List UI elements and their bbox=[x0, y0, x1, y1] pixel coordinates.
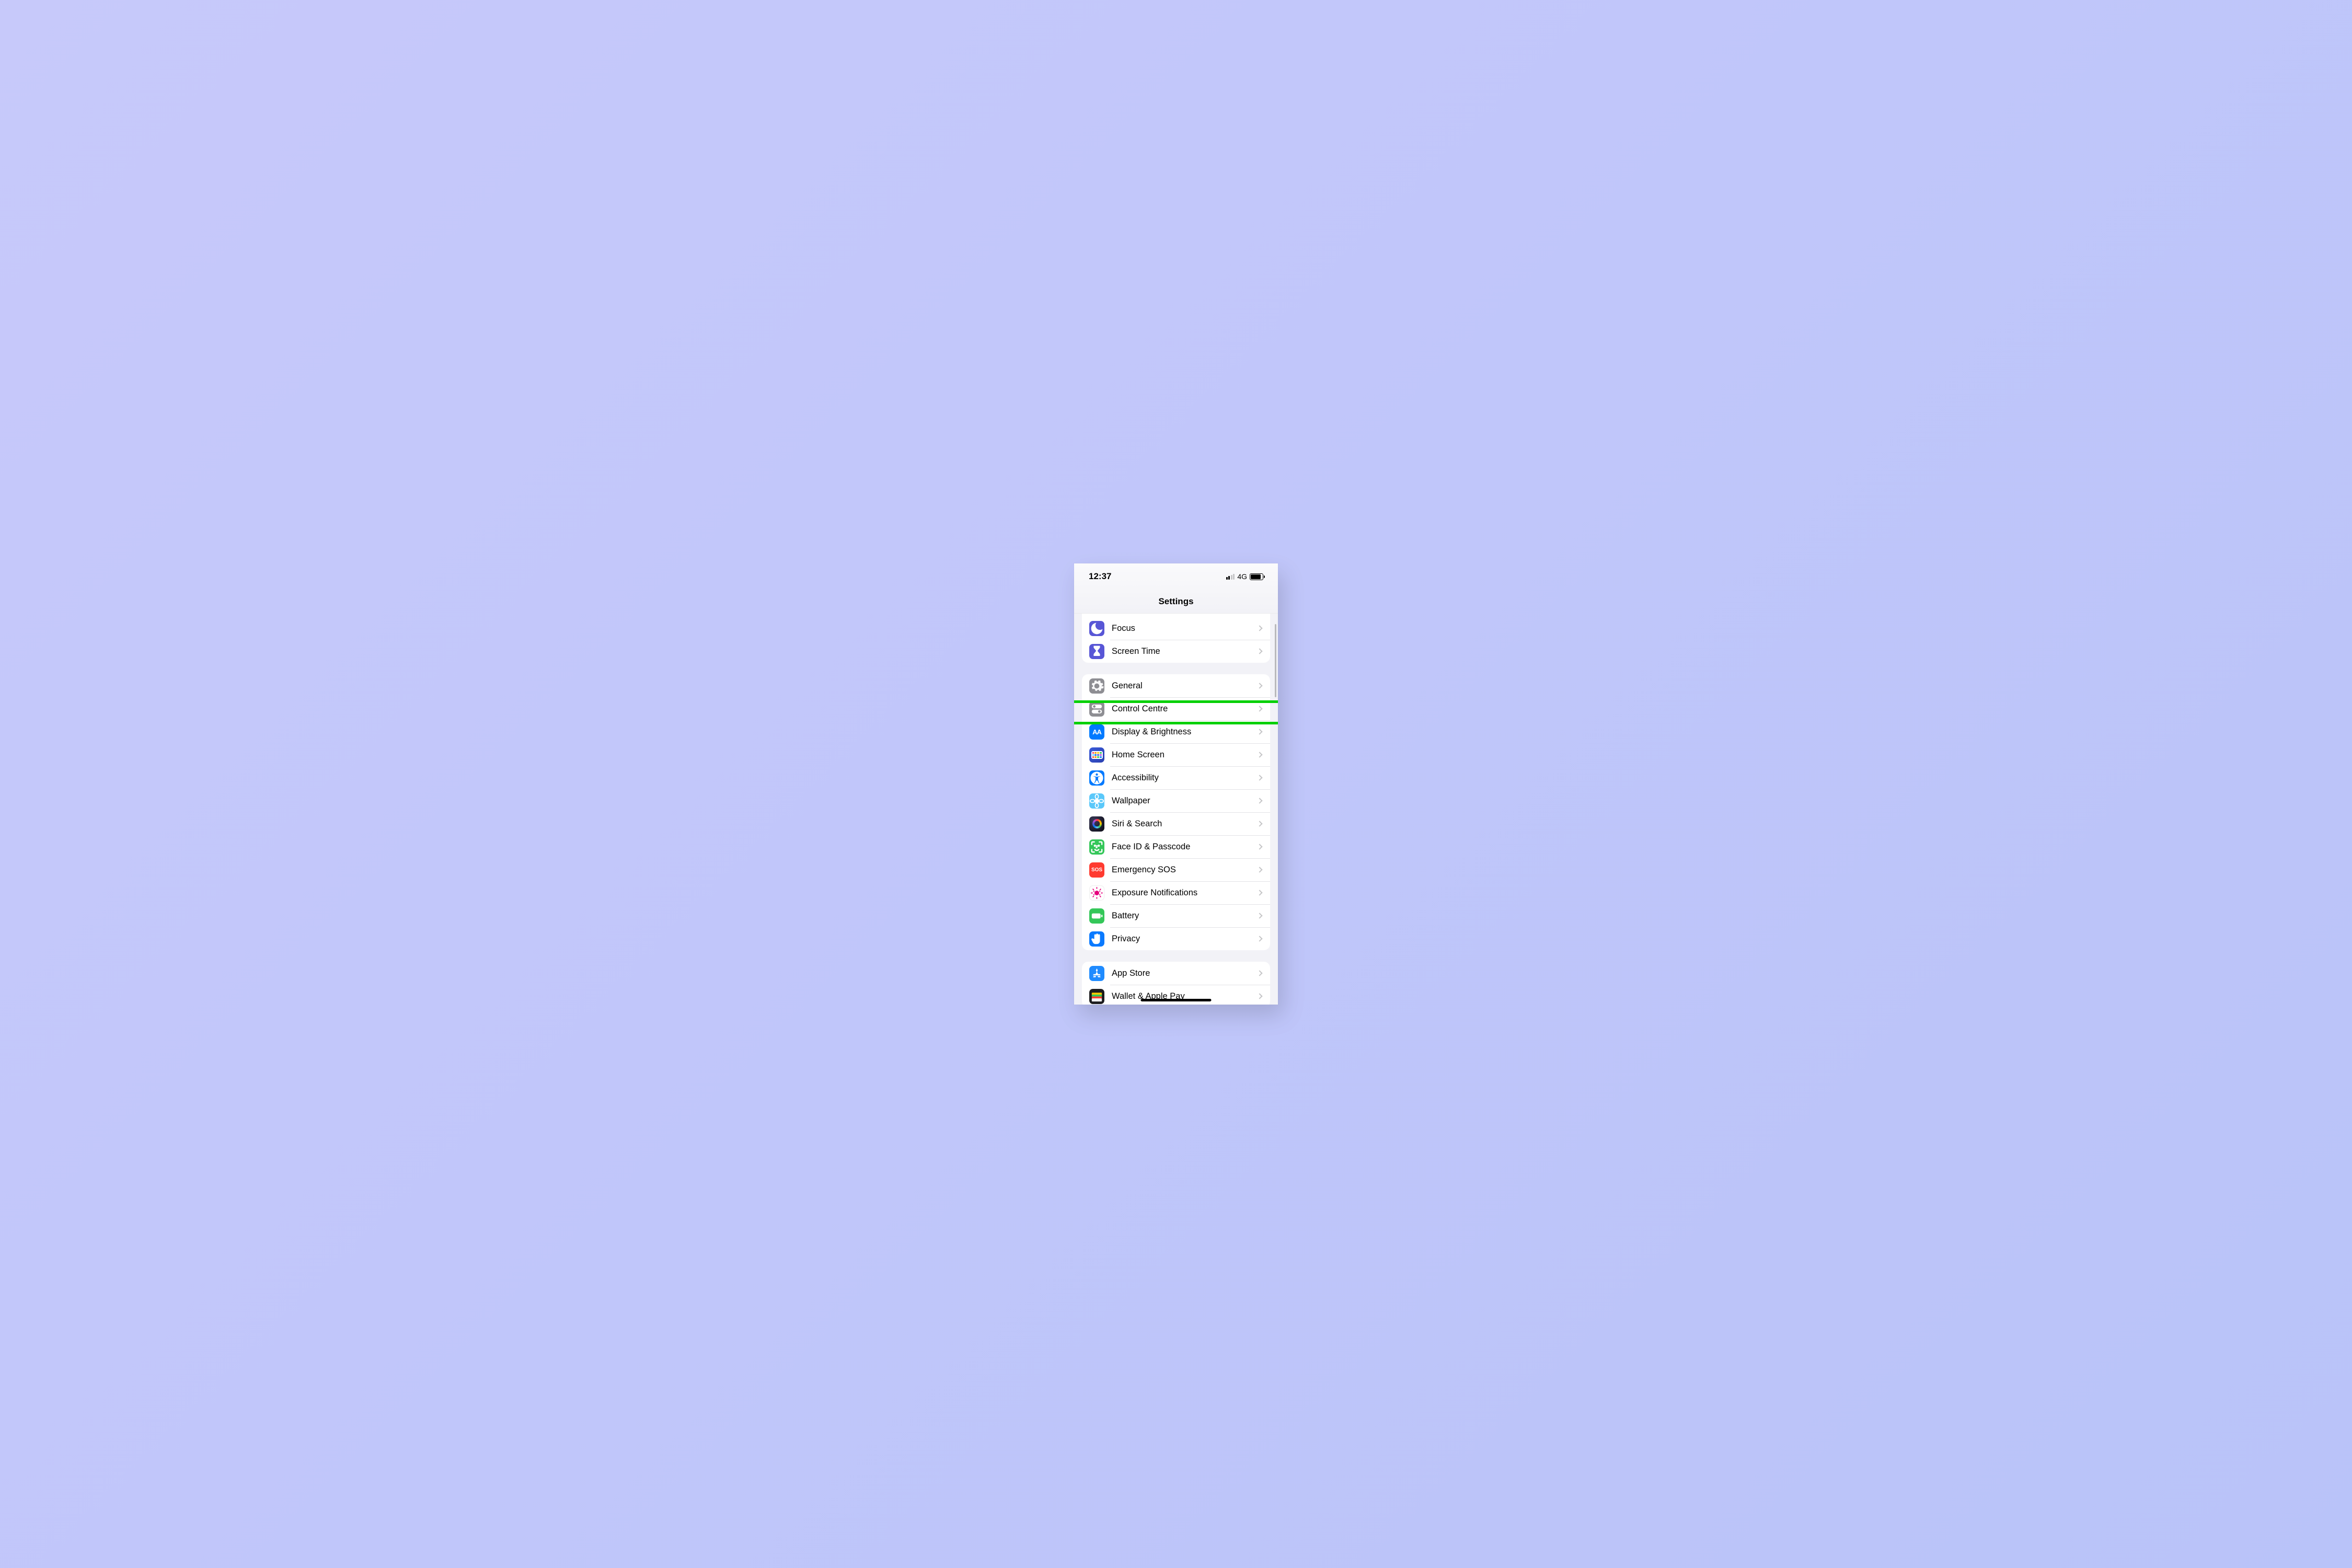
battery-icon bbox=[1089, 908, 1104, 924]
chevron-right-icon bbox=[1256, 798, 1262, 803]
row-label: Wallpaper bbox=[1112, 796, 1258, 806]
page-title: Settings bbox=[1158, 596, 1193, 607]
chevron-right-icon bbox=[1256, 936, 1262, 941]
appstore-icon bbox=[1089, 966, 1104, 981]
row-label: Exposure Notifications bbox=[1112, 888, 1258, 898]
chevron-right-icon bbox=[1256, 752, 1262, 757]
wallet-icon bbox=[1089, 989, 1104, 1004]
row-emergency-sos[interactable]: SOS Emergency SOS bbox=[1082, 858, 1270, 881]
toggles-icon bbox=[1089, 701, 1104, 717]
accessibility-icon bbox=[1089, 770, 1104, 786]
row-label: Face ID & Passcode bbox=[1112, 842, 1258, 852]
settings-scrollview[interactable]: Focus Screen Time General bbox=[1074, 614, 1278, 1005]
row-focus[interactable]: Focus bbox=[1082, 617, 1270, 640]
row-label: Accessibility bbox=[1112, 773, 1258, 783]
row-label: Control Centre bbox=[1112, 704, 1258, 714]
scroll-indicator bbox=[1275, 624, 1276, 697]
canvas-background: 12:37 4G Settings Focus bbox=[810, 549, 1542, 1019]
row-label: Home Screen bbox=[1112, 750, 1258, 760]
settings-group-focus: Focus Screen Time bbox=[1082, 614, 1270, 663]
exposure-icon bbox=[1089, 885, 1104, 901]
row-general[interactable]: General bbox=[1082, 674, 1270, 697]
chevron-right-icon bbox=[1256, 775, 1262, 780]
chevron-right-icon bbox=[1256, 683, 1262, 688]
chevron-right-icon bbox=[1256, 844, 1262, 849]
row-label: Battery bbox=[1112, 911, 1258, 921]
nav-bar: Settings bbox=[1074, 590, 1278, 614]
chevron-right-icon bbox=[1256, 821, 1262, 826]
row-display-brightness[interactable]: AA Display & Brightness bbox=[1082, 720, 1270, 743]
siri-icon bbox=[1089, 816, 1104, 832]
battery-icon bbox=[1250, 573, 1263, 580]
chevron-right-icon bbox=[1256, 970, 1262, 976]
chevron-right-icon bbox=[1256, 625, 1262, 631]
face-id-icon bbox=[1089, 839, 1104, 855]
network-label: 4G bbox=[1237, 572, 1247, 581]
home-indicator bbox=[1141, 999, 1212, 1001]
row-label: Focus bbox=[1112, 624, 1258, 633]
status-right-cluster: 4G bbox=[1226, 572, 1263, 581]
text-size-icon: AA bbox=[1089, 724, 1104, 740]
iphone-screenshot: 12:37 4G Settings Focus bbox=[1074, 563, 1278, 1005]
row-battery[interactable]: Battery bbox=[1082, 904, 1270, 927]
chevron-right-icon bbox=[1256, 729, 1262, 734]
row-control-centre[interactable]: Control Centre bbox=[1082, 697, 1270, 720]
chevron-right-icon bbox=[1256, 648, 1262, 654]
row-screen-time[interactable]: Screen Time bbox=[1082, 640, 1270, 663]
settings-group-general: General Control Centre AA Display & Brig… bbox=[1082, 674, 1270, 950]
settings-group-store: App Store Wallet & Apple Pay bbox=[1082, 962, 1270, 1005]
gear-icon bbox=[1089, 678, 1104, 694]
row-label: App Store bbox=[1112, 969, 1258, 978]
cellular-signal-icon bbox=[1226, 573, 1235, 580]
moon-icon bbox=[1089, 621, 1104, 636]
chevron-right-icon bbox=[1256, 913, 1262, 918]
row-label: General bbox=[1112, 681, 1258, 691]
chevron-right-icon bbox=[1256, 993, 1262, 999]
status-time: 12:37 bbox=[1089, 571, 1111, 582]
row-wallpaper[interactable]: Wallpaper bbox=[1082, 789, 1270, 812]
row-home-screen[interactable]: Home Screen bbox=[1082, 743, 1270, 766]
row-privacy[interactable]: Privacy bbox=[1082, 927, 1270, 950]
row-label: Privacy bbox=[1112, 934, 1258, 944]
hand-icon bbox=[1089, 931, 1104, 947]
hourglass-icon bbox=[1089, 644, 1104, 659]
row-label: Screen Time bbox=[1112, 647, 1258, 656]
chevron-right-icon bbox=[1256, 706, 1262, 711]
row-label: Display & Brightness bbox=[1112, 727, 1258, 737]
sos-icon: SOS bbox=[1089, 862, 1104, 878]
row-wallet-pay[interactable]: Wallet & Apple Pay bbox=[1082, 985, 1270, 1005]
chevron-right-icon bbox=[1256, 890, 1262, 895]
chevron-right-icon bbox=[1256, 867, 1262, 872]
row-app-store[interactable]: App Store bbox=[1082, 962, 1270, 985]
row-face-id-passcode[interactable]: Face ID & Passcode bbox=[1082, 835, 1270, 858]
app-grid-icon bbox=[1089, 747, 1104, 763]
row-exposure-notifications[interactable]: Exposure Notifications bbox=[1082, 881, 1270, 904]
flower-icon bbox=[1089, 793, 1104, 809]
row-label: Siri & Search bbox=[1112, 819, 1258, 829]
row-siri-search[interactable]: Siri & Search bbox=[1082, 812, 1270, 835]
row-label: Emergency SOS bbox=[1112, 865, 1258, 875]
row-accessibility[interactable]: Accessibility bbox=[1082, 766, 1270, 789]
status-bar: 12:37 4G bbox=[1074, 563, 1278, 590]
